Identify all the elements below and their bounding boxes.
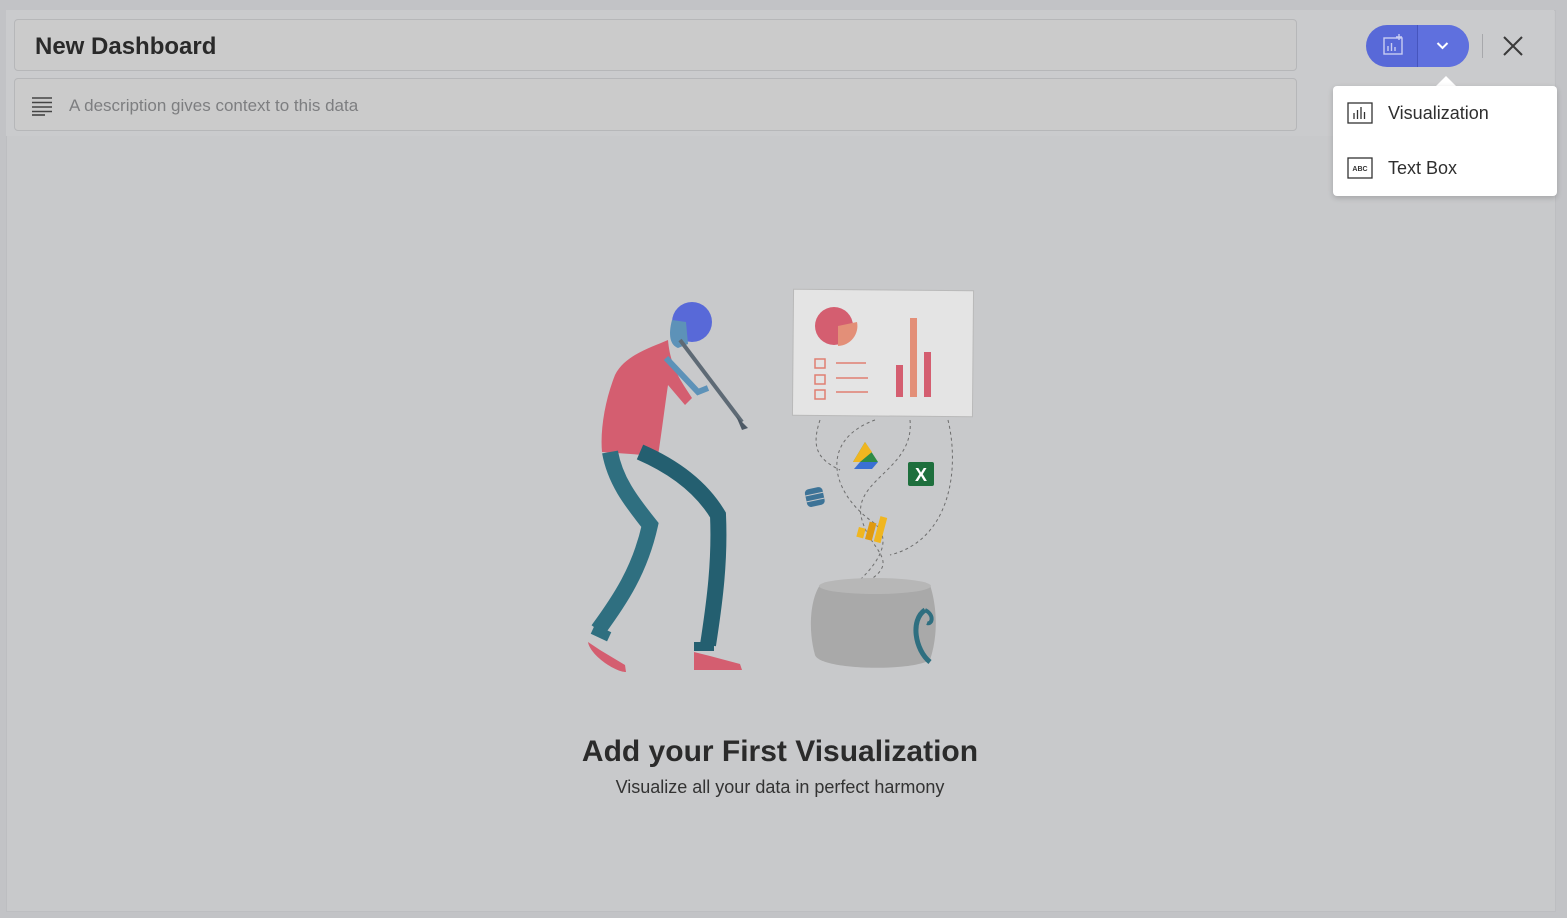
- menu-item-label: Text Box: [1388, 158, 1458, 178]
- svg-text:ABC: ABC: [1352, 166, 1367, 173]
- description-placeholder: A description gives context to this data: [69, 96, 359, 115]
- add-visualization-split-button[interactable]: [1366, 25, 1469, 67]
- svg-text:X: X: [915, 465, 927, 485]
- close-button[interactable]: [1500, 33, 1526, 59]
- add-menu: Visualization ABC Text Box: [1333, 86, 1557, 196]
- toolbar-divider: [1482, 34, 1483, 58]
- menu-item-visualization[interactable]: Visualization: [1333, 86, 1557, 141]
- menu-pointer: [1436, 76, 1456, 86]
- add-visualization-icon: [1383, 34, 1403, 55]
- add-menu-dropdown-button[interactable]: [1418, 25, 1469, 67]
- add-visualization-button[interactable]: [1366, 25, 1417, 67]
- menu-item-label: Visualization: [1388, 103, 1489, 123]
- bar-chart-icon: [1347, 102, 1373, 124]
- chevron-down-icon: [1436, 42, 1449, 50]
- dashboard-title[interactable]: New Dashboard: [35, 33, 216, 61]
- text-lines-icon: [32, 97, 52, 116]
- dashboard-title-field[interactable]: New Dashboard: [14, 19, 1297, 71]
- text-box-icon: ABC: [1347, 157, 1373, 179]
- close-icon: [1503, 36, 1523, 56]
- empty-state-title: Add your First Visualization: [581, 735, 979, 768]
- dashboard-description-field[interactable]: A description gives context to this data: [14, 78, 1297, 131]
- empty-state-illustration: X: [588, 288, 975, 672]
- empty-state-subtitle: Visualize all your data in perfect harmo…: [615, 777, 945, 797]
- menu-item-text-box[interactable]: ABC Text Box: [1333, 141, 1557, 196]
